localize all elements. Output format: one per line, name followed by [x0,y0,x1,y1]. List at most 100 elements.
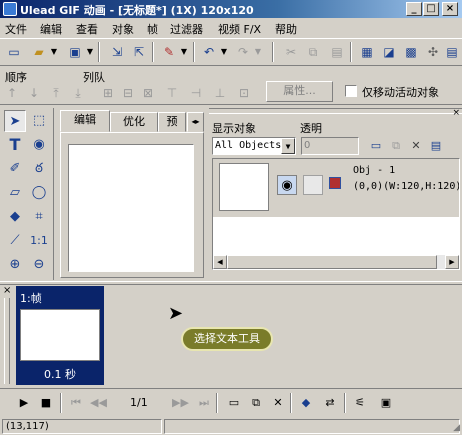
tab-optimize[interactable]: 优化 [110,112,158,132]
paste-icon[interactable]: ▤ [328,43,346,61]
align-center-icon[interactable]: ⊟ [120,85,136,101]
align-top-icon[interactable]: ⊤ [164,85,180,101]
prev-frame-icon[interactable]: ◀◀ [90,395,107,411]
save-icon[interactable]: ▣ [66,43,84,61]
frame-delay[interactable]: 0.1 秒 [16,366,104,382]
new-icon[interactable]: ▭ [5,43,23,61]
scroll-thumb[interactable] [227,255,437,269]
scroll-left-icon[interactable]: ◀ [213,255,227,269]
undo-icon[interactable]: ↶ [200,43,218,61]
fill-tool-icon[interactable]: ◆ [4,206,26,228]
transform-tool-icon[interactable]: ◉ [28,134,50,156]
properties-button[interactable]: 属性... [266,81,333,102]
duplicate-frame-icon[interactable]: ⧉ [248,395,264,411]
delete-frame-icon[interactable]: ✕ [270,395,286,411]
menu-filter[interactable]: 过滤器 [170,21,203,37]
opacity-field[interactable]: 0 [301,137,359,155]
move-down-icon[interactable]: ↓ [26,85,42,101]
first-frame-icon[interactable]: ⏮ [68,395,84,411]
one-to-one-tool[interactable]: 1:1 [28,230,50,252]
object-row[interactable]: ◉ Obj - 1 (0,0)(W:120,H:120) [213,159,459,217]
minimize-button[interactable]: _ [406,2,422,16]
move-up-icon[interactable]: ↑ [4,85,20,101]
tab-edit[interactable]: 编辑 [60,110,110,132]
align-bottom-icon[interactable]: ⊥ [212,85,228,101]
open-icon[interactable]: ▰ [30,43,48,61]
move-top-icon[interactable]: ⤒ [48,85,64,101]
tab-preview[interactable]: 预 [158,112,186,132]
redo-dropdown-icon[interactable]: ▼ [254,43,262,61]
menu-frame[interactable]: 帧 [147,21,158,37]
distribute-icon[interactable]: ⊡ [236,85,252,101]
align-left-icon[interactable]: ⊞ [100,85,116,101]
delete-object-icon[interactable]: ✕ [407,137,425,155]
wizard-icon[interactable]: ▩ [402,43,420,61]
tab-scroll-arrows-icon[interactable]: ◂▸ [187,112,204,132]
open-dropdown-icon[interactable]: ▼ [50,43,58,61]
new-object-icon[interactable]: ▭ [367,137,385,155]
align-middle-icon[interactable]: ⊣ [188,85,204,101]
paint-dropdown-icon[interactable]: ▼ [180,43,188,61]
reverse-icon[interactable]: ⇄ [322,395,338,411]
chevron-down-icon[interactable]: ▼ [281,138,295,154]
preview-icon[interactable]: ◪ [380,43,398,61]
menu-file[interactable]: 文件 [5,21,27,37]
resize-grip-icon[interactable]: ◢ [453,423,460,433]
object-manager-panel: × 显示对象 透明 All Objects ▼ 0 ▭ ⧉ ✕ ▤ ◉ Obj … [209,108,462,280]
zoom-in-icon[interactable]: ⊕ [4,254,26,276]
panel-splitter[interactable] [0,281,462,285]
frame-item[interactable]: 1:帧 0.1 秒 [16,286,104,385]
panel-close-icon[interactable]: × [452,108,460,118]
menu-edit[interactable]: 编辑 [40,21,62,37]
menu-video-fx[interactable]: 视频 F/X [218,21,261,37]
frame-panel-close-icon[interactable]: × [3,285,11,296]
settings-icon[interactable]: ✣ [424,43,442,61]
show-objects-select[interactable]: All Objects ▼ [212,137,296,155]
more-icon[interactable]: ▤ [443,43,461,61]
horizontal-scrollbar[interactable]: ◀ ▶ [213,255,459,269]
menu-help[interactable]: 帮助 [275,21,297,37]
maximize-button[interactable]: □ [423,2,439,16]
text-tool-icon[interactable]: T [4,134,26,156]
align-right-icon[interactable]: ⊠ [140,85,156,101]
optimize-icon[interactable]: ▦ [358,43,376,61]
next-frame-icon[interactable]: ▶▶ [172,395,189,411]
save-dropdown-icon[interactable]: ▼ [86,43,94,61]
pick-tool-icon[interactable]: ➤ [4,110,26,132]
scroll-right-icon[interactable]: ▶ [445,255,459,269]
frame-settings-icon[interactable]: ▣ [378,395,394,411]
export-icon[interactable]: ⇱ [130,43,148,61]
menu-view[interactable]: 查看 [76,21,98,37]
paint-icon[interactable]: ✎ [160,43,178,61]
import-icon[interactable]: ⇲ [108,43,126,61]
redo-icon[interactable]: ↷ [234,43,252,61]
undo-dropdown-icon[interactable]: ▼ [220,43,228,61]
copy-icon[interactable]: ⧉ [304,43,322,61]
eye-icon[interactable]: ◉ [277,175,297,195]
crop-tool-icon[interactable]: ⌗ [28,206,50,228]
image-canvas[interactable] [68,144,194,272]
eraser-tool-icon[interactable]: ▱ [4,182,26,204]
frame-thumbnail [20,309,100,361]
cut-icon[interactable]: ✂ [282,43,300,61]
duplicate-object-icon[interactable]: ⧉ [387,137,405,155]
brush-tool-icon[interactable]: ✐ [4,158,26,180]
close-button[interactable]: × [442,2,458,16]
add-frame-icon[interactable]: ▭ [226,395,242,411]
eyedropper-tool-icon[interactable]: ⟋ [4,230,26,252]
lasso-tool-icon[interactable]: ఠ [28,158,50,180]
zoom-out-icon[interactable]: ⊖ [28,254,50,276]
ellipse-tool-icon[interactable]: ◯ [28,182,50,204]
order-label: 顺序 [5,71,27,84]
object-properties-icon[interactable]: ▤ [427,137,445,155]
tween-icon[interactable]: ◆ [298,395,314,411]
play-icon[interactable]: ▶ [16,395,32,411]
lock-toggle[interactable] [303,175,323,195]
last-frame-icon[interactable]: ⏭ [196,395,212,411]
stop-icon[interactable]: ■ [38,395,54,411]
move-bottom-icon[interactable]: ⤓ [70,85,86,101]
marquee-tool-icon[interactable]: ⬚ [28,110,50,132]
frame-props-icon[interactable]: ⚟ [352,395,368,411]
move-active-checkbox[interactable] [345,85,357,97]
menu-object[interactable]: 对象 [112,21,134,37]
